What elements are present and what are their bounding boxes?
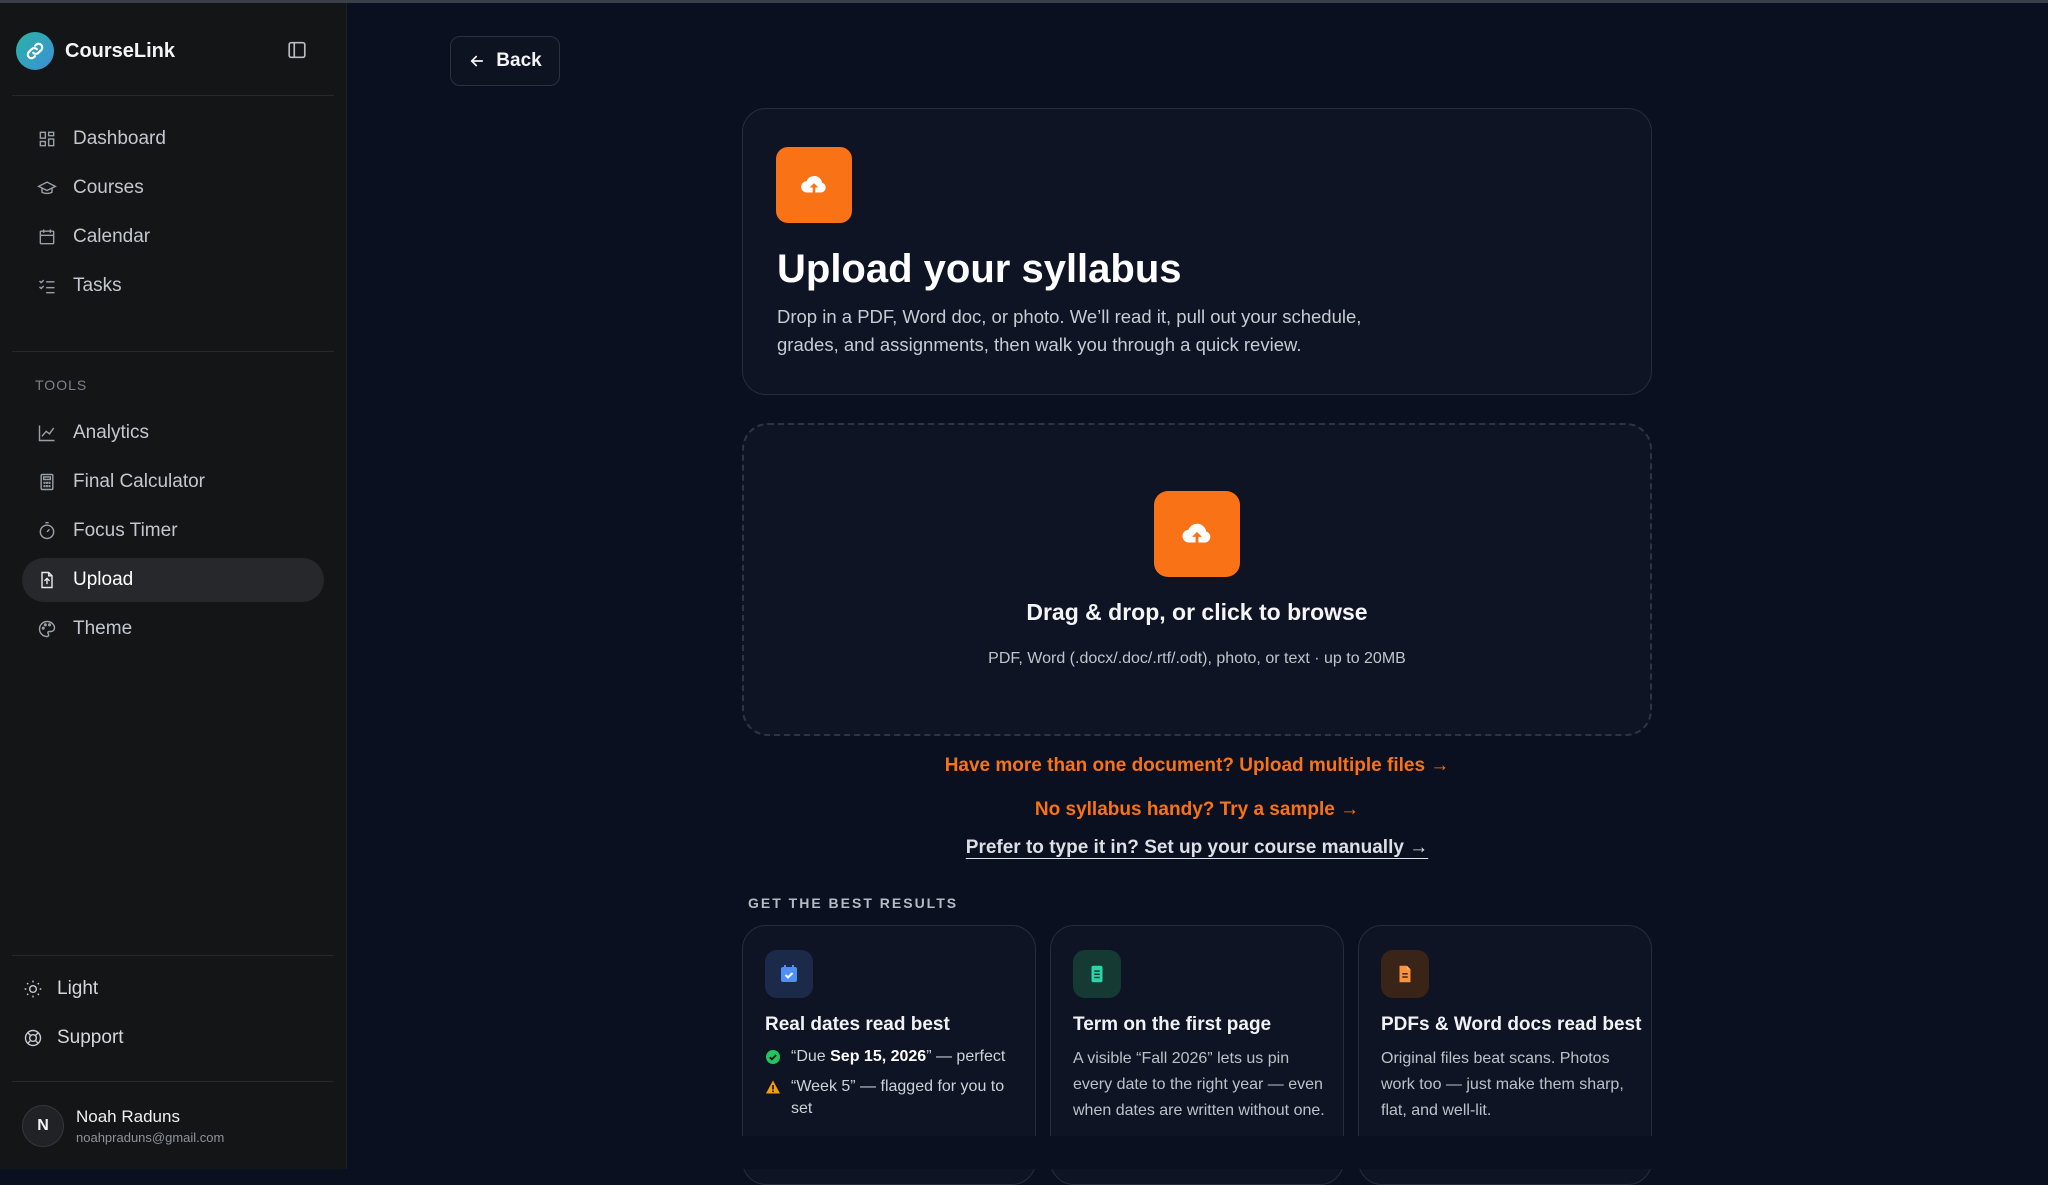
cloud-upload-icon xyxy=(1154,491,1240,577)
tip-body: Original files beat scans. Photos work t… xyxy=(1381,1050,1624,1119)
document-icon xyxy=(1073,950,1121,998)
sidebar-item-focus-timer[interactable]: Focus Timer xyxy=(22,509,324,553)
warning-icon xyxy=(766,1080,780,1094)
light-mode-toggle[interactable]: Light xyxy=(22,969,98,1009)
timer-icon xyxy=(36,520,58,542)
sidebar-item-label: Theme xyxy=(73,618,133,639)
link-icon xyxy=(16,32,54,70)
try-sample-link[interactable]: No syllabus handy? Try a sample → xyxy=(742,799,1652,821)
dropzone-subtitle: PDF, Word (.docx/.doc/.rtf/.odt), photo,… xyxy=(988,650,1406,667)
palette-icon xyxy=(36,618,58,640)
file-upload-icon xyxy=(36,569,58,591)
upload-hero-card: Upload your syllabus Drop in a PDF, Word… xyxy=(742,108,1652,395)
dropzone-title: Drag & drop, or click to browse xyxy=(1026,599,1368,625)
support-label: Support xyxy=(57,1027,124,1048)
user-email: noahpraduns@gmail.com xyxy=(76,1130,225,1145)
page-title: Upload your syllabus xyxy=(777,247,1182,291)
file-dropzone[interactable]: Drag & drop, or click to browse PDF, Wor… xyxy=(742,423,1652,736)
sidebar-item-final-calculator[interactable]: Final Calculator xyxy=(22,460,324,504)
calendar-icon xyxy=(36,226,58,248)
file-text-icon xyxy=(1381,950,1429,998)
tips-section-label: GET THE BEST RESULTS xyxy=(748,895,959,911)
back-button[interactable]: Back xyxy=(450,36,560,86)
support-link[interactable]: Support xyxy=(22,1018,124,1058)
list-item: “Due Sep 15, 2026” — perfect xyxy=(765,1046,1025,1068)
check-circle-icon xyxy=(766,1050,780,1064)
example-flagged: “Week 5” — flagged for you to set xyxy=(791,1078,1005,1117)
app-name: CourseLink xyxy=(65,39,176,62)
sidebar-item-tasks[interactable]: Tasks xyxy=(22,264,324,308)
page-description: Drop in a PDF, Word doc, or photo. We’ll… xyxy=(777,306,1362,355)
list-item: “Week 5” — flagged for you to set xyxy=(765,1076,1025,1120)
sidebar-item-label: Dashboard xyxy=(73,128,166,149)
sidebar-item-calendar[interactable]: Calendar xyxy=(22,215,324,259)
sidebar-item-label: Focus Timer xyxy=(73,520,178,541)
manual-setup-label: Prefer to type it in? Set up your course… xyxy=(965,837,1429,858)
lifebuoy-icon xyxy=(22,1027,44,1049)
tip-title: Real dates read best xyxy=(765,1014,950,1035)
graduation-cap-icon xyxy=(36,177,58,199)
sidebar-item-analytics[interactable]: Analytics xyxy=(22,411,324,455)
calculator-icon xyxy=(36,471,58,493)
sidebar-item-label: Final Calculator xyxy=(73,471,205,492)
light-mode-label: Light xyxy=(57,978,99,999)
back-label: Back xyxy=(496,50,542,71)
sidebar-item-label: Tasks xyxy=(73,275,122,296)
sidebar-item-label: Calendar xyxy=(73,226,151,247)
upload-multiple-link[interactable]: Have more than one document? Upload mult… xyxy=(742,755,1652,777)
tools-section-label: TOOLS xyxy=(35,377,88,393)
tip-title: Term on the first page xyxy=(1073,1014,1272,1035)
divider xyxy=(12,95,334,96)
sidebar-item-label: Courses xyxy=(73,177,144,198)
sidebar: CourseLink Dashboard Courses Calendar Ta… xyxy=(0,3,347,1169)
sun-icon xyxy=(22,978,44,1000)
viewport-bottom-edge xyxy=(347,1136,2048,1169)
sidebar-item-theme[interactable]: Theme xyxy=(22,607,324,651)
dashboard-icon xyxy=(36,128,58,150)
cloud-upload-icon xyxy=(776,147,852,223)
divider xyxy=(12,1081,334,1082)
line-chart-icon xyxy=(36,422,58,444)
sidebar-toggle-icon[interactable] xyxy=(286,39,310,63)
example-good-suffix: ” — perfect xyxy=(926,1048,1006,1065)
tip-body: A visible “Fall 2026” lets us pin every … xyxy=(1073,1050,1325,1119)
sidebar-item-label: Upload xyxy=(73,569,134,590)
sidebar-item-upload[interactable]: Upload xyxy=(22,558,324,602)
divider xyxy=(12,351,334,352)
avatar: N xyxy=(22,1105,64,1147)
sidebar-item-dashboard[interactable]: Dashboard xyxy=(22,117,324,161)
manual-setup-link[interactable]: Prefer to type it in? Set up your course… xyxy=(742,837,1652,859)
brand[interactable]: CourseLink xyxy=(16,31,175,71)
tasks-icon xyxy=(36,275,58,297)
example-good-prefix: “Due xyxy=(791,1048,831,1065)
sidebar-item-courses[interactable]: Courses xyxy=(22,166,324,210)
user-profile[interactable]: N Noah Raduns noahpraduns@gmail.com xyxy=(22,1105,224,1147)
example-good-date: Sep 15, 2026 xyxy=(830,1048,927,1065)
tip-title: PDFs & Word docs read best xyxy=(1381,1014,1642,1035)
calendar-check-icon xyxy=(765,950,813,998)
divider xyxy=(12,955,334,956)
tip-examples: “Due Sep 15, 2026” — perfect “Week 5” — … xyxy=(765,1046,1025,1128)
sidebar-item-label: Analytics xyxy=(73,422,150,443)
user-name: Noah Raduns xyxy=(76,1107,180,1126)
